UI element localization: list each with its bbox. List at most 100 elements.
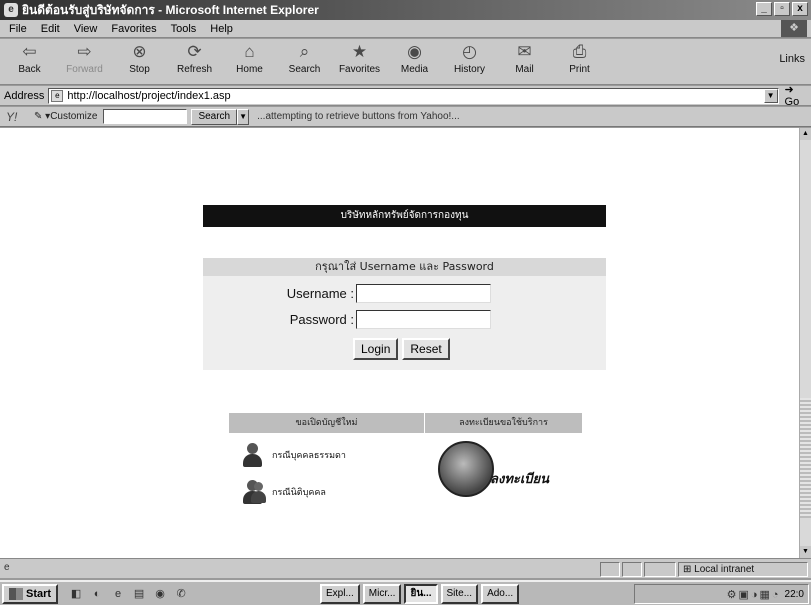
address-dropdown-button[interactable]: ▼ bbox=[763, 88, 778, 103]
window-titlebar[interactable]: e ยินดีต้อนรับสู่บริษัทจัดการ - Microsof… bbox=[0, 0, 811, 20]
yahoo-search-dropdown[interactable]: ▼ bbox=[237, 108, 250, 125]
login-buttons: Login Reset bbox=[353, 338, 450, 360]
back-label: Back bbox=[18, 64, 41, 75]
corporate-account-link[interactable]: กรณีนิติบุคคล bbox=[240, 479, 326, 505]
media-icon: ◉ bbox=[407, 42, 422, 61]
scroll-up-icon[interactable]: ▲ bbox=[800, 128, 811, 140]
print-button[interactable]: ⎙ Print bbox=[552, 39, 607, 83]
search-label: Search bbox=[288, 64, 321, 75]
login-button[interactable]: Login bbox=[353, 338, 399, 360]
task-adobe[interactable]: Ado... bbox=[481, 584, 520, 604]
menu-bar: File Edit View Favorites Tools Help ❖ bbox=[0, 20, 811, 38]
menu-file[interactable]: File bbox=[2, 23, 34, 35]
mail-label: Mail bbox=[515, 64, 534, 75]
menu-favorites[interactable]: Favorites bbox=[104, 23, 163, 35]
window-controls: _ ▫ x bbox=[756, 2, 808, 16]
vertical-scrollbar[interactable]: ▲ ▼ bbox=[799, 128, 811, 558]
search-icon: ⌕ bbox=[299, 42, 310, 61]
company-banner: บริษัทหลักทรัพย์จัดการกองทุน bbox=[203, 205, 606, 227]
maximize-button[interactable]: ▫ bbox=[774, 2, 790, 16]
username-row: Username : bbox=[203, 284, 606, 304]
corporate-link-label: กรณีนิติบุคคล bbox=[272, 488, 326, 498]
minimize-button[interactable]: _ bbox=[756, 2, 772, 16]
links-button[interactable]: Links bbox=[779, 53, 805, 65]
yahoo-status-text: ...attempting to retrieve buttons from Y… bbox=[257, 111, 460, 122]
security-zone: ⊞ Local intranet bbox=[678, 562, 808, 577]
menu-edit[interactable]: Edit bbox=[34, 23, 67, 35]
close-button[interactable]: x bbox=[792, 2, 808, 16]
zone-label: Local intranet bbox=[694, 564, 755, 575]
username-label: Username : bbox=[286, 286, 354, 301]
individual-account-link[interactable]: กรณีบุคคลธรรมดา bbox=[240, 442, 346, 468]
scroll-down-icon[interactable]: ▼ bbox=[800, 546, 811, 558]
password-label: Password : bbox=[289, 312, 354, 327]
history-button[interactable]: ◴ History bbox=[442, 39, 497, 83]
menu-tools[interactable]: Tools bbox=[164, 23, 204, 35]
options-header: ขอเปิดบัญชีใหม่ ลงทะเบียนขอใช้บริการ bbox=[229, 413, 582, 433]
register-header: ลงทะเบียนขอใช้บริการ bbox=[425, 413, 582, 433]
task-explorer[interactable]: Expl... bbox=[320, 584, 360, 604]
menu-view[interactable]: View bbox=[67, 23, 105, 35]
task-ie-active[interactable]: ยิน... bbox=[404, 584, 438, 604]
print-label: Print bbox=[569, 64, 590, 75]
address-input[interactable]: e http://localhost/project/index1.asp ▼ bbox=[48, 87, 779, 104]
forward-button[interactable]: ⇨ Forward bbox=[57, 39, 112, 83]
page-content: บริษัทหลักทรัพย์จัดการกองทุน กรุณาใส่ Us… bbox=[0, 128, 799, 558]
media-label: Media bbox=[400, 64, 429, 75]
login-header: กรุณาใส่ Username และ Password bbox=[203, 258, 606, 276]
favorites-icon: ★ bbox=[351, 42, 368, 61]
home-button[interactable]: ⌂ Home bbox=[222, 39, 277, 83]
history-icon: ◴ bbox=[462, 42, 477, 61]
page-icon: e bbox=[51, 89, 64, 102]
register-logo-text: ลงทะเบียน bbox=[490, 471, 550, 487]
register-logo-icon bbox=[438, 441, 494, 497]
login-panel: กรุณาใส่ Username และ Password Username … bbox=[203, 258, 606, 370]
windows-taskbar: Start ◧ ◐ e ▤ ◉ ✆ Expl... Micr... ยิน...… bbox=[0, 580, 811, 605]
person-icon bbox=[240, 442, 266, 468]
page-status-icon: e bbox=[4, 561, 10, 573]
password-row: Password : bbox=[203, 310, 606, 330]
outlook-icon[interactable]: ◐ bbox=[89, 586, 105, 602]
status-bar: e ⊞ Local intranet bbox=[0, 558, 811, 578]
tray-icons[interactable]: ⚙▣◑▦◔ bbox=[727, 588, 781, 601]
system-tray: ⚙▣◑▦◔ 22:0 bbox=[634, 584, 809, 604]
username-input[interactable] bbox=[356, 284, 491, 303]
mail-button[interactable]: ✉ Mail bbox=[497, 39, 552, 83]
start-button[interactable]: Start bbox=[2, 583, 59, 604]
forward-arrow-icon: ⇨ bbox=[77, 42, 92, 61]
customize-label: Customize bbox=[50, 111, 98, 122]
forward-label: Forward bbox=[66, 64, 103, 75]
search-button[interactable]: ⌕ Search bbox=[277, 39, 332, 83]
go-button[interactable]: ➜ Go bbox=[785, 83, 811, 108]
refresh-label: Refresh bbox=[176, 64, 212, 75]
task-site[interactable]: Site... bbox=[440, 584, 479, 604]
scroll-thumb[interactable] bbox=[800, 398, 811, 518]
menu-help[interactable]: Help bbox=[203, 23, 240, 35]
stop-button[interactable]: ⊗ Stop bbox=[112, 39, 167, 83]
explorer-icon[interactable]: ▤ bbox=[131, 586, 147, 602]
back-arrow-icon: ⇦ bbox=[22, 42, 37, 61]
status-segment bbox=[600, 562, 620, 577]
task-word[interactable]: Micr... bbox=[362, 584, 402, 604]
media-button[interactable]: ◉ Media bbox=[387, 39, 442, 83]
customize-button[interactable]: ✎ ▾Customize bbox=[34, 111, 97, 122]
media-player-icon[interactable]: ◉ bbox=[152, 586, 168, 602]
yahoo-logo-icon[interactable]: Y! bbox=[6, 110, 34, 124]
ie-icon[interactable]: e bbox=[110, 586, 126, 602]
address-bar: Address e http://localhost/project/index… bbox=[0, 83, 811, 108]
open-account-header: ขอเปิดบัญชีใหม่ bbox=[229, 413, 425, 433]
register-link[interactable]: ลงทะเบียน bbox=[438, 441, 549, 497]
individual-link-label: กรณีบุคคลธรรมดา bbox=[272, 451, 346, 461]
refresh-button[interactable]: ⟳ Refresh bbox=[167, 39, 222, 83]
yahoo-search-button[interactable]: Search bbox=[191, 108, 238, 125]
back-button[interactable]: ⇦ Back bbox=[2, 39, 57, 83]
show-desktop-icon[interactable]: ◧ bbox=[68, 586, 84, 602]
reset-button[interactable]: Reset bbox=[402, 338, 450, 360]
quick-launch: ◧ ◐ e ▤ ◉ ✆ bbox=[68, 586, 189, 602]
clock: 22:0 bbox=[784, 588, 804, 600]
favorites-button[interactable]: ★ Favorites bbox=[332, 39, 387, 83]
ie-app-icon: e bbox=[4, 3, 18, 17]
yahoo-search-input[interactable] bbox=[103, 109, 188, 124]
password-input[interactable] bbox=[356, 310, 491, 329]
messenger-icon[interactable]: ✆ bbox=[173, 586, 189, 602]
